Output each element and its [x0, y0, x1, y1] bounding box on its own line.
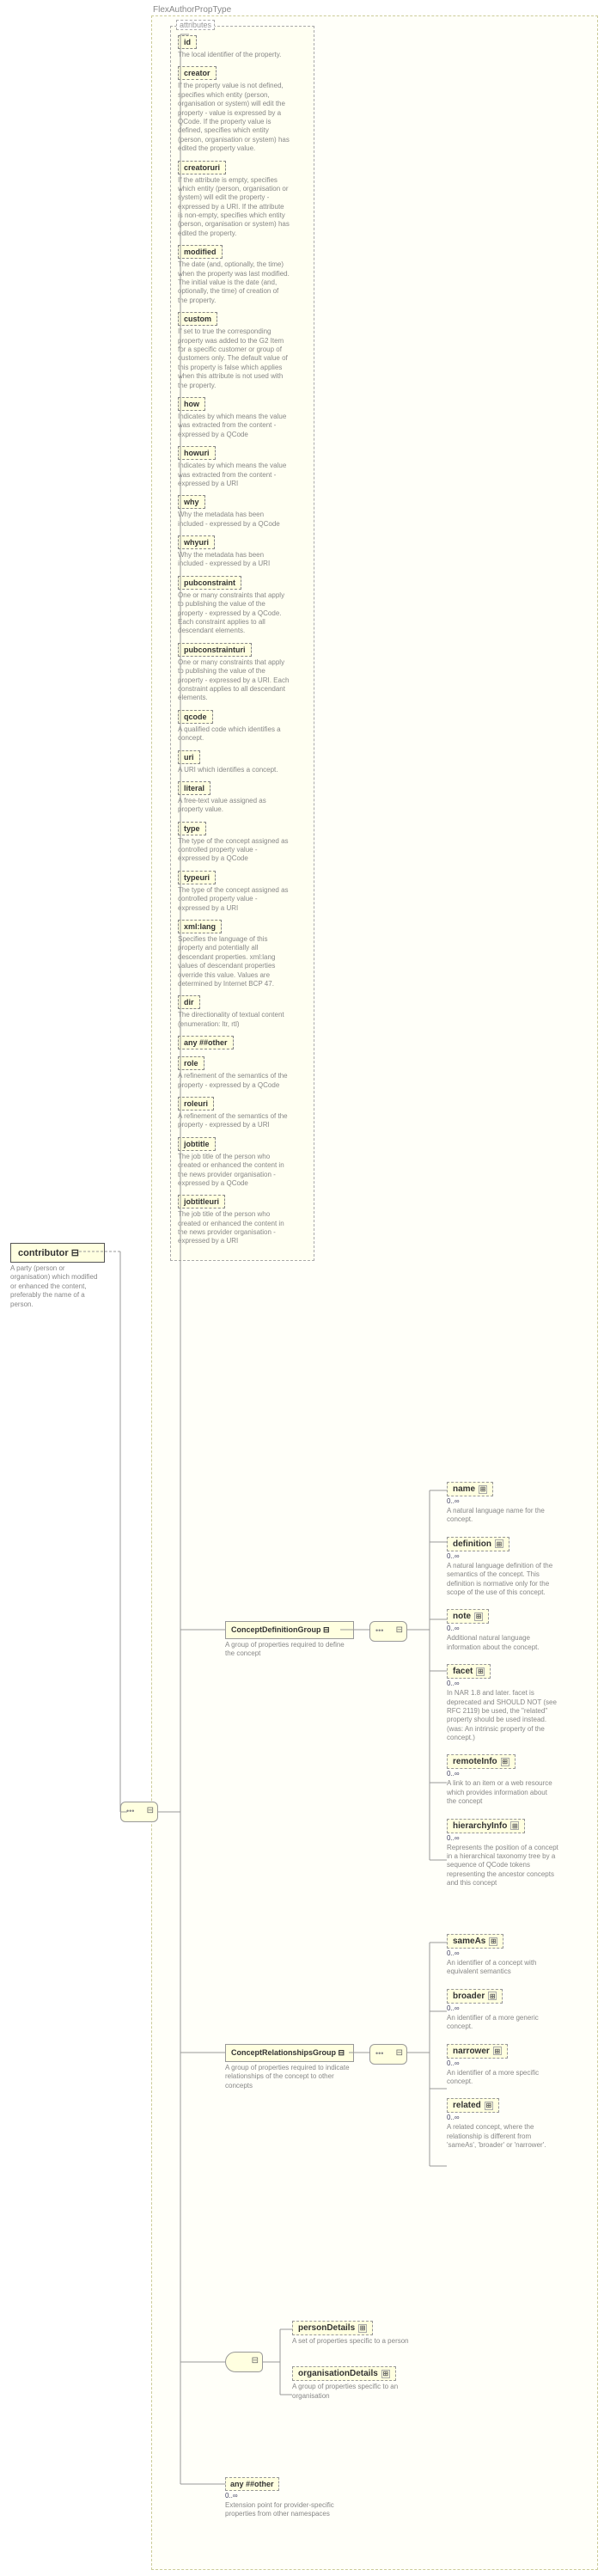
attr-role: roleA refinement of the semantics of the… — [178, 1056, 307, 1090]
element-note[interactable]: note ⊞0..∞Additional natural language in… — [447, 1609, 558, 1652]
attr-pubconstrainturi: pubconstrainturiOne or many constraints … — [178, 643, 307, 703]
choice-personDetails[interactable]: personDetails ⊞A set of properties speci… — [292, 2321, 421, 2346]
attr-xml-lang: xml:langSpecifies the language of this p… — [178, 920, 307, 988]
element-definition[interactable]: definition ⊞0..∞A natural language defin… — [447, 1537, 558, 1598]
element-facet[interactable]: facet ⊞0..∞In NAR 1.8 and later. facet i… — [447, 1664, 558, 1742]
attr-typeuri: typeuriThe type of the concept assigned … — [178, 871, 307, 913]
attr-why: whyWhy the metadata has been included - … — [178, 495, 307, 529]
attr-jobtitle: jobtitleThe job title of the person who … — [178, 1137, 307, 1189]
attr-pubconstraint: pubconstraintOne or many constraints tha… — [178, 576, 307, 636]
concept-definition-group[interactable]: ConceptDefinitionGroup ⊟ A group of prop… — [225, 1621, 354, 1659]
element-narrower[interactable]: narrower ⊞0..∞An identifier of a more sp… — [447, 2044, 558, 2087]
attr-qcode: qcodeA qualified code which identifies a… — [178, 710, 307, 743]
type-label: FlexAuthorPropType — [153, 5, 231, 15]
attr-type: typeThe type of the concept assigned as … — [178, 822, 307, 864]
element-remoteInfo[interactable]: remoteInfo ⊞0..∞A link to an item or a w… — [447, 1754, 558, 1806]
attr-literal: literalA free-text value assigned as pro… — [178, 781, 307, 815]
attr-creator: creatorIf the property value is not defi… — [178, 66, 307, 153]
sequence-indicator[interactable] — [120, 1802, 158, 1824]
attr-whyuri: whyuriWhy the metadata has been included… — [178, 535, 307, 569]
attr-dir: dirThe directionality of textual content… — [178, 995, 307, 1029]
choice-indicator[interactable] — [225, 2352, 263, 2374]
attr-roleuri: roleuriA refinement of the semantics of … — [178, 1097, 307, 1130]
attr-modified: modifiedThe date (and, optionally, the t… — [178, 245, 307, 305]
element-hierarchyInfo[interactable]: hierarchyInfo ⊞0..∞Represents the positi… — [447, 1819, 558, 1888]
element-related[interactable]: related ⊞0..∞A related concept, where th… — [447, 2098, 558, 2150]
element-sameAs[interactable]: sameAs ⊞0..∞An identifier of a concept w… — [447, 1934, 558, 1977]
attr-how: howIndicates by which means the value wa… — [178, 397, 307, 439]
attr-custom: customIf set to true the corresponding p… — [178, 312, 307, 390]
attributes-container: attributes idThe local identifier of the… — [170, 26, 314, 1266]
extension-any: any ##other 0..∞ Extension point for pro… — [225, 2477, 337, 2519]
choice-organisationDetails[interactable]: organisationDetails ⊞A group of properti… — [292, 2366, 421, 2401]
attr-howuri: howuriIndicates by which means the value… — [178, 446, 307, 488]
attr-jobtitleuri: jobtitleuriThe job title of the person w… — [178, 1195, 307, 1246]
element-name[interactable]: name ⊞0..∞A natural language name for th… — [447, 1482, 558, 1525]
cdg-sequence[interactable] — [369, 1621, 407, 1643]
element-broader[interactable]: broader ⊞0..∞An identifier of a more gen… — [447, 1989, 558, 2032]
attr-creatoruri: creatoruriIf the attribute is empty, spe… — [178, 161, 307, 239]
concept-relationships-group[interactable]: ConceptRelationshipsGroup ⊟ A group of p… — [225, 2044, 354, 2090]
attr-uri: uriA URI which identifies a concept. — [178, 750, 307, 774]
attr-id: idThe local identifier of the property. — [178, 35, 307, 59]
contributor-element[interactable]: contributor ⊟ A party (person or organis… — [10, 1243, 105, 1309]
attr-any---other: any ##other — [178, 1036, 307, 1049]
crg-sequence[interactable] — [369, 2044, 407, 2066]
